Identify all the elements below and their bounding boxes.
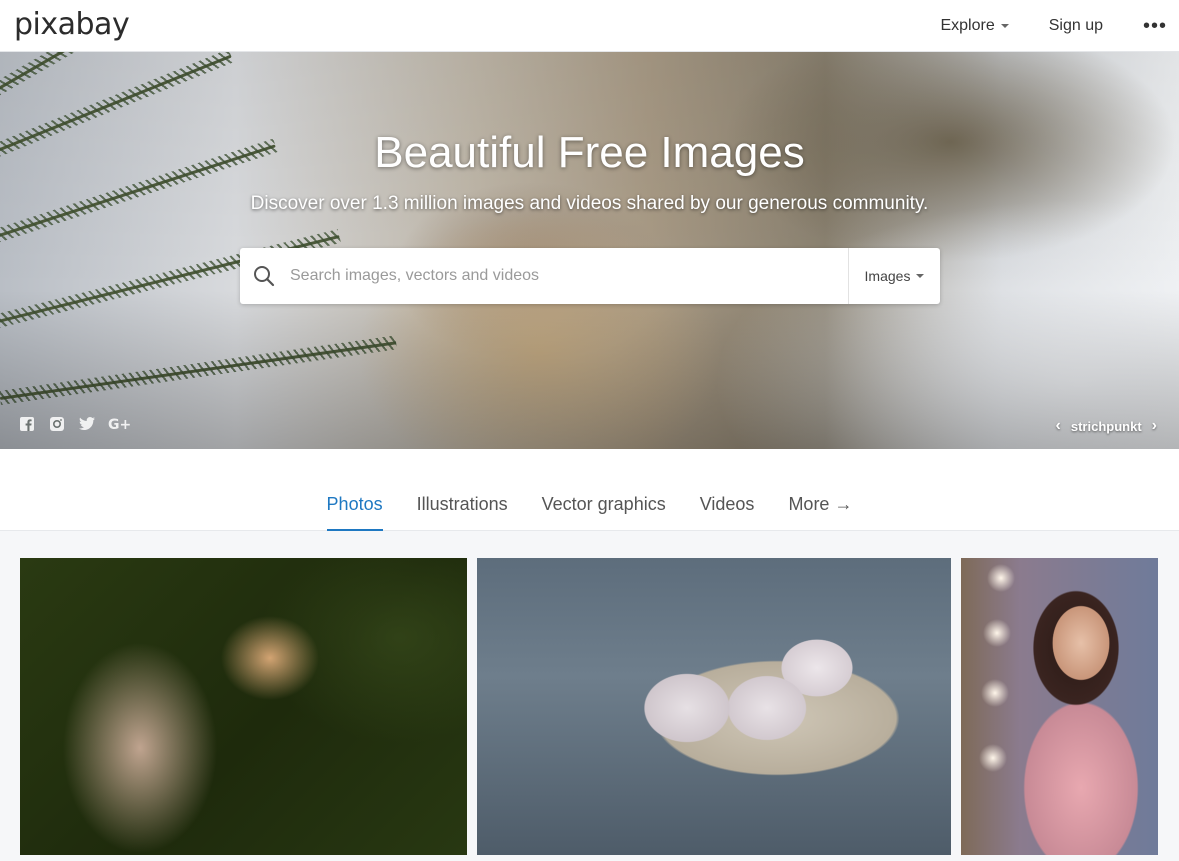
search-bar: Images bbox=[240, 248, 940, 304]
top-navbar: pixabay Explore Sign up ••• bbox=[0, 0, 1179, 52]
nav-right: Explore Sign up ••• bbox=[940, 0, 1179, 52]
pixabay-logo[interactable]: pixabay bbox=[14, 7, 130, 43]
svg-text:G+: G+ bbox=[108, 417, 130, 432]
tab-videos[interactable]: Videos bbox=[700, 494, 755, 531]
tab-vector-graphics[interactable]: Vector graphics bbox=[542, 494, 666, 531]
photo-credit: ‹ strichpunkt › bbox=[1056, 417, 1157, 435]
tab-illustrations[interactable]: Illustrations bbox=[417, 494, 508, 531]
chevron-down-icon bbox=[1000, 24, 1009, 28]
tab-more[interactable]: More → bbox=[788, 494, 852, 531]
facebook-icon[interactable] bbox=[18, 415, 36, 433]
prev-arrow-icon[interactable]: ‹ bbox=[1056, 417, 1061, 435]
credit-author-link[interactable]: strichpunkt bbox=[1071, 419, 1142, 434]
gallery-image-eggs[interactable] bbox=[477, 558, 951, 855]
signup-link[interactable]: Sign up bbox=[1049, 17, 1103, 35]
search-icon[interactable] bbox=[240, 248, 288, 304]
search-type-label: Images bbox=[864, 268, 911, 284]
search-input[interactable] bbox=[288, 248, 848, 304]
search-type-select[interactable]: Images bbox=[848, 248, 940, 304]
next-arrow-icon[interactable]: › bbox=[1152, 417, 1157, 435]
category-tabs-bar: Photos Illustrations Vector graphics Vid… bbox=[0, 449, 1179, 531]
tab-photos[interactable]: Photos bbox=[326, 494, 383, 531]
hero-subtitle: Discover over 1.3 million images and vid… bbox=[250, 193, 929, 214]
twitter-icon[interactable] bbox=[78, 415, 96, 433]
gallery-image-girl[interactable] bbox=[961, 558, 1158, 855]
instagram-icon[interactable] bbox=[48, 415, 66, 433]
chevron-down-icon bbox=[916, 274, 925, 278]
google-plus-icon[interactable]: G+ bbox=[108, 415, 130, 433]
social-links: G+ bbox=[18, 415, 130, 433]
more-options-icon[interactable]: ••• bbox=[1143, 16, 1167, 36]
hero-banner: Beautiful Free Images Discover over 1.3 … bbox=[0, 52, 1179, 449]
explore-menu[interactable]: Explore bbox=[940, 17, 1009, 35]
category-tabs: Photos Illustrations Vector graphics Vid… bbox=[0, 449, 1179, 531]
hero-title: Beautiful Free Images bbox=[374, 128, 805, 177]
explore-label: Explore bbox=[940, 17, 995, 34]
gallery-image-flamingo[interactable] bbox=[20, 558, 467, 855]
